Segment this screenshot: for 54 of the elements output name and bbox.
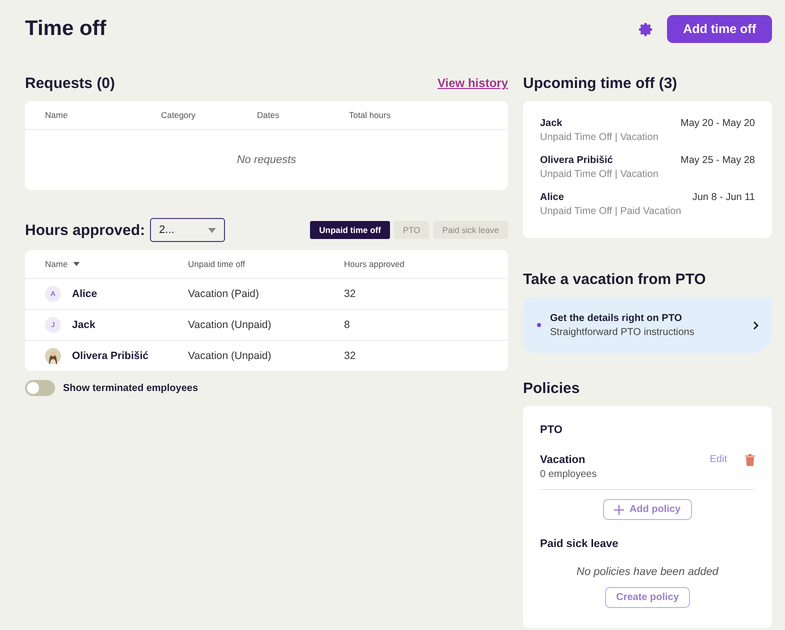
column-header: Total hours [349,110,392,120]
plus-icon [614,504,624,514]
employee-name: Alice [540,191,565,205]
view-history-link[interactable]: View history [438,76,508,90]
table-cell-text: Vacation (Paid) [188,288,260,300]
column-header[interactable]: Unpaid time off [188,259,344,269]
dropdown-caret-icon [208,228,216,232]
employee-name: Alice [72,288,98,300]
policy-group-title: PTO [540,424,564,436]
date-range: May 20 - May 20 [680,117,755,131]
employee-name: Olivera Pribišić [540,154,614,168]
section-heading: Requests (0) [25,74,116,92]
settings-icon[interactable] [638,22,654,36]
table-cell-text: Vacation (Unpaid) [188,350,272,362]
policy-detail: 0 employees [540,469,598,480]
add-policy-button[interactable]: Add policy [603,499,692,520]
policy-group-title: Paid sick leave [540,538,620,550]
column-header[interactable]: Hours approved [344,259,508,269]
section-heading: Upcoming time off (3) [523,74,678,94]
add-time-off-button[interactable]: Add time off [667,15,772,43]
empty-message: No policies have been added [576,566,718,578]
employee-name: Jack [540,117,564,131]
card-subtitle: Straightforward PTO instructions [550,326,696,338]
date-range: May 25 - May 28 [680,154,755,168]
section-heading: Take a vacation from PTO [523,270,707,290]
page-title: Time off [25,17,106,41]
bullet-icon [537,323,541,327]
column-header: Category [161,110,196,120]
table-cell-text: 32 [344,350,357,362]
employee-name: Olivera Pribišić [72,350,148,362]
section-heading: Hours approved: [25,222,146,238]
trash-icon[interactable] [745,454,755,466]
toggle-switch[interactable] [25,380,55,396]
column-header[interactable]: Name [45,259,188,269]
filter-tab[interactable]: Unpaid time off [310,221,390,239]
policy-name: Vacation [540,454,586,466]
time-off-type: Unpaid Time Off | Paid Vacation [540,205,682,219]
card-title: Get the details right on PTO [550,312,684,324]
table-cell-text: Vacation (Unpaid) [188,319,272,331]
employee-name: Jack [72,319,96,331]
year-select[interactable]: 2... [150,218,226,242]
section-heading: Policies [523,378,581,398]
create-policy-button[interactable]: Create policy [605,587,690,608]
time-off-type: Unpaid Time Off | Vacation [540,131,658,145]
time-off-type: Unpaid Time Off | Vacation [540,168,658,182]
column-header: Dates [257,110,280,120]
empty-message: No requests [236,153,298,168]
table-cell-text: 32 [344,288,357,300]
chevron-right-icon [753,320,759,330]
date-range: Jun 8 - Jun 11 [692,191,755,205]
table-cell-text: 8 [344,319,351,331]
column-header: Name [45,110,69,120]
toggle-label: Show terminated employees [63,382,198,394]
pto-info-card[interactable]: Get the details right on PTO Straightforward PTO instructions [523,297,772,353]
